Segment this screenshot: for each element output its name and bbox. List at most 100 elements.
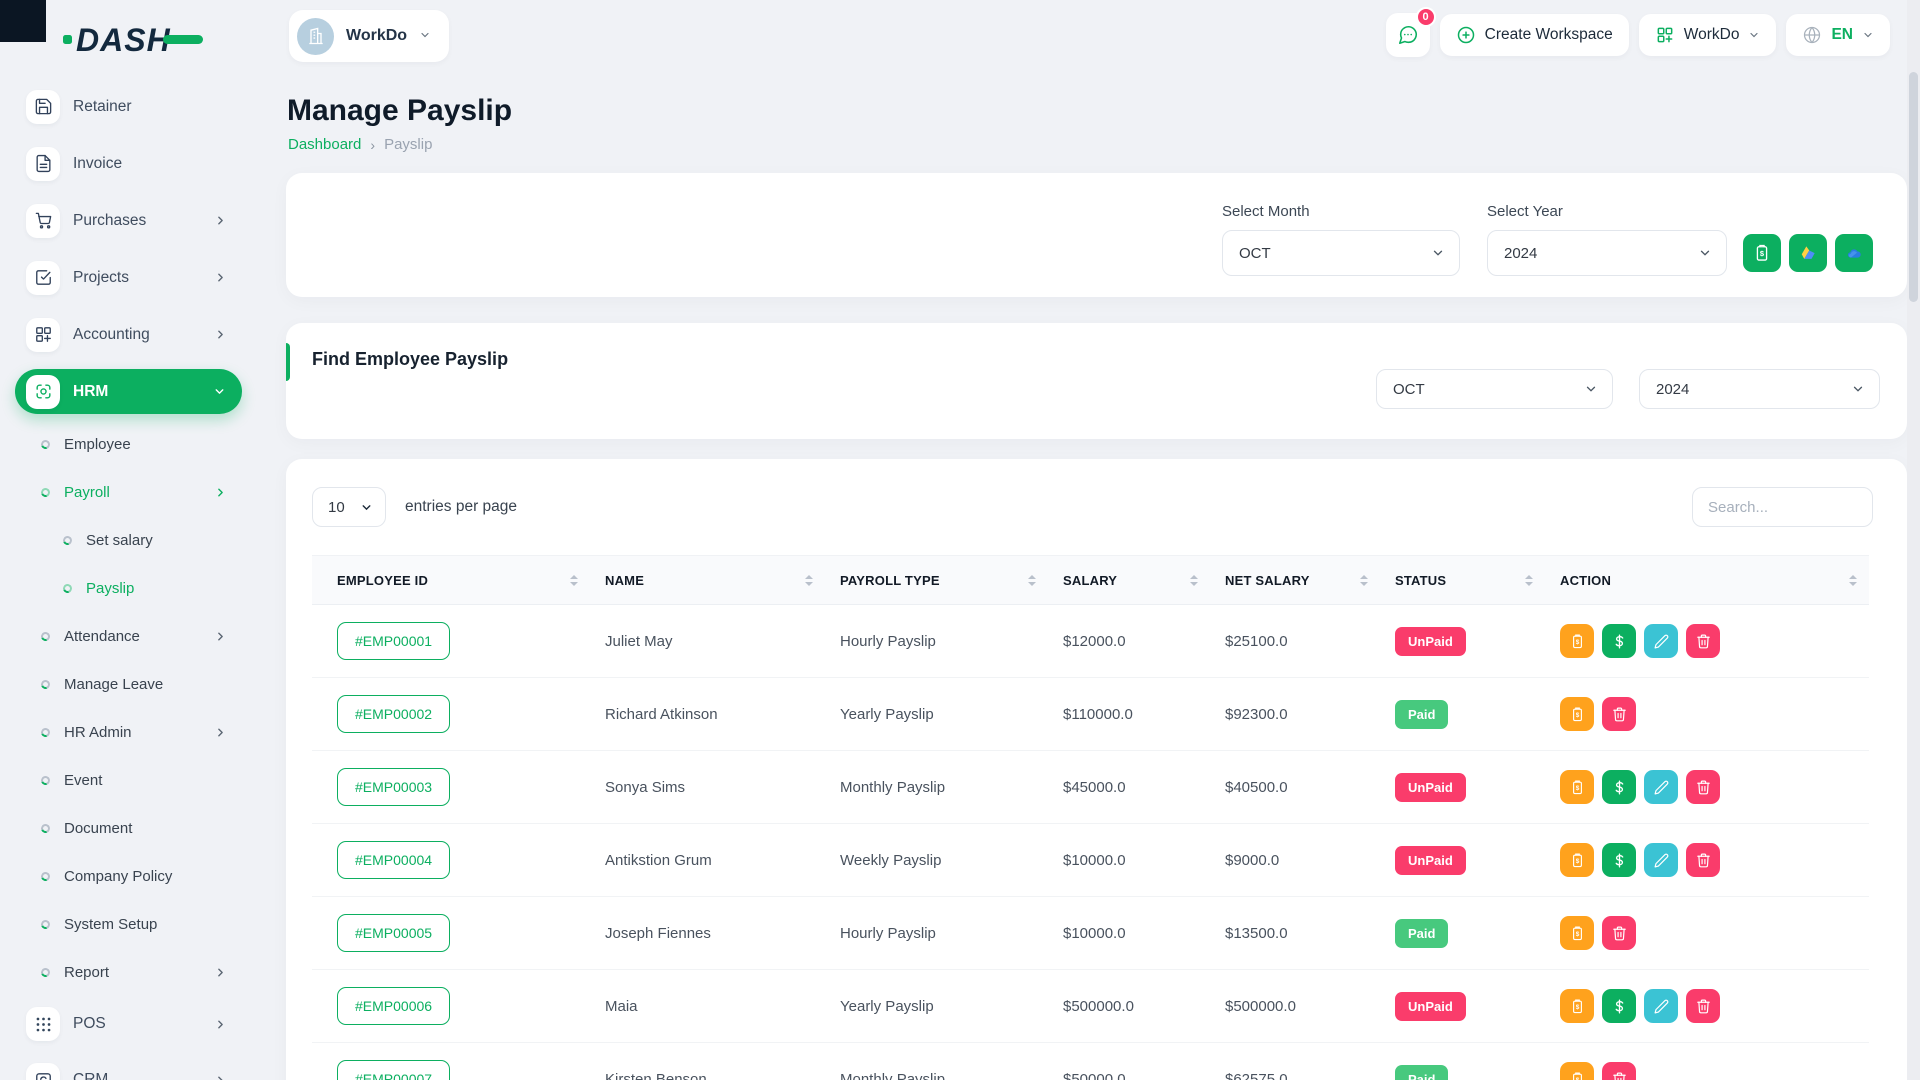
workspace-avatar	[297, 18, 334, 55]
edit-button[interactable]	[1644, 770, 1678, 804]
sidebar-item-event[interactable]: Event	[0, 756, 285, 804]
edit-button[interactable]	[1644, 843, 1678, 877]
pay-button[interactable]	[1602, 843, 1636, 877]
sidebar-item-set-salary[interactable]: Set salary	[0, 516, 285, 564]
app-logo[interactable]: DASH	[63, 20, 203, 65]
column-label: NET SALARY	[1225, 573, 1310, 588]
sidebar-item-payslip[interactable]: Payslip	[0, 564, 285, 612]
sidebar-item-employee[interactable]: Employee	[0, 420, 285, 468]
workspace-name: WorkDo	[346, 27, 407, 45]
month-select[interactable]: OCT	[1222, 230, 1460, 276]
sidebar-item-accounting[interactable]: Accounting	[0, 306, 285, 363]
column-header-name[interactable]: NAME	[590, 556, 825, 604]
create-workspace-button[interactable]: Create Workspace	[1440, 14, 1629, 56]
payslip-export-button[interactable]: $	[1743, 234, 1781, 272]
edit-button[interactable]	[1644, 989, 1678, 1023]
employee-id-badge[interactable]: #EMP00001	[337, 622, 450, 660]
one-drive-button[interactable]	[1835, 234, 1873, 272]
tasks-icon	[26, 261, 60, 295]
employee-id-badge[interactable]: #EMP00005	[337, 914, 450, 952]
sidebar-item-label: Invoice	[73, 155, 122, 173]
messages-button[interactable]: 0	[1386, 13, 1430, 57]
delete-button[interactable]	[1602, 916, 1636, 950]
column-header-payroll-type[interactable]: PAYROLL TYPE	[825, 556, 1048, 604]
sidebar-item-company-policy[interactable]: Company Policy	[0, 852, 285, 900]
column-label: NAME	[605, 573, 644, 588]
payslip-button[interactable]: $	[1560, 843, 1594, 877]
delete-button[interactable]	[1602, 1062, 1636, 1080]
sidebar-item-report[interactable]: Report	[0, 948, 285, 996]
employee-name: Antikstion Grum	[590, 852, 825, 869]
row-actions: $	[1560, 916, 1869, 950]
search-input[interactable]	[1692, 487, 1873, 527]
delete-button[interactable]	[1602, 697, 1636, 731]
payslip-button[interactable]: $	[1560, 989, 1594, 1023]
sort-icon	[805, 575, 813, 586]
breadcrumb-dashboard-link[interactable]: Dashboard	[288, 136, 361, 153]
column-header-action[interactable]: ACTION	[1545, 556, 1869, 604]
column-header-salary[interactable]: SALARY	[1048, 556, 1210, 604]
workspace-switcher[interactable]: WorkDo	[289, 10, 449, 62]
sidebar-item-projects[interactable]: Projects	[0, 249, 285, 306]
table-header-row: EMPLOYEE ID NAME PAYROLL TYPESALARY NET SAL…	[312, 555, 1869, 605]
edit-button[interactable]	[1644, 624, 1678, 658]
sidebar-item-payroll[interactable]: Payroll	[0, 468, 285, 516]
payslip-button[interactable]: $	[1560, 624, 1594, 658]
employee-name: Joseph Fiennes	[590, 925, 825, 942]
year-select[interactable]: 2024	[1487, 230, 1727, 276]
delete-button[interactable]	[1686, 624, 1720, 658]
sidebar-item-crm[interactable]: CRM	[0, 1052, 285, 1080]
sidebar-item-manage-leave[interactable]: Manage Leave	[0, 660, 285, 708]
pay-button[interactable]	[1602, 989, 1636, 1023]
svg-text:$: $	[1575, 711, 1579, 718]
delete-button[interactable]	[1686, 843, 1720, 877]
status-badge: Paid	[1395, 1065, 1448, 1080]
google-drive-button[interactable]	[1789, 234, 1827, 272]
row-actions: $	[1560, 697, 1869, 731]
column-header-employee-id[interactable]: EMPLOYEE ID	[312, 556, 590, 604]
table-row: #EMP00001Juliet MayHourly Payslip$12000.…	[312, 605, 1869, 678]
delete-button[interactable]	[1686, 989, 1720, 1023]
sidebar-item-pos[interactable]: POS	[0, 996, 285, 1052]
sidebar-item-document[interactable]: Document	[0, 804, 285, 852]
sidebar-item-invoice[interactable]: Invoice	[0, 135, 285, 192]
topbar-actions: 0 Create Workspace WorkDo EN	[1386, 13, 1890, 57]
sidebar-item-attendance[interactable]: Attendance	[0, 612, 285, 660]
find-year-select[interactable]: 2024	[1639, 369, 1880, 409]
entries-count-select[interactable]: 10	[312, 487, 386, 527]
sidebar-item-purchases[interactable]: Purchases	[0, 192, 285, 249]
column-label: EMPLOYEE ID	[337, 573, 428, 588]
employee-id-badge[interactable]: #EMP00004	[337, 841, 450, 879]
salary: $50000.0	[1048, 1071, 1210, 1080]
employee-id-badge[interactable]: #EMP00007	[337, 1060, 450, 1080]
employee-id-badge[interactable]: #EMP00003	[337, 768, 450, 806]
page-scrollbar[interactable]	[1907, 0, 1920, 1080]
sidebar-item-system-setup[interactable]: System Setup	[0, 900, 285, 948]
row-actions: $	[1560, 770, 1869, 804]
column-header-net-salary[interactable]: NET SALARY	[1210, 556, 1380, 604]
language-selector[interactable]: EN	[1786, 14, 1890, 56]
salary: $110000.0	[1048, 706, 1210, 723]
payslip-button[interactable]: $	[1560, 1062, 1594, 1080]
scrollbar-thumb[interactable]	[1909, 72, 1918, 302]
sidebar-item-hrm[interactable]: HRM	[15, 369, 242, 414]
invoice-icon	[26, 147, 60, 181]
workdo-menu-button[interactable]: WorkDo	[1639, 14, 1777, 56]
pay-button[interactable]	[1602, 624, 1636, 658]
sidebar-item-hr-admin[interactable]: HR Admin	[0, 708, 285, 756]
table-row: #EMP00007Kirsten BensonMonthly Payslip$5…	[312, 1043, 1869, 1080]
column-header-status[interactable]: STATUS	[1380, 556, 1545, 604]
payslip-button[interactable]: $	[1560, 916, 1594, 950]
pay-button[interactable]	[1602, 770, 1636, 804]
employee-id-badge[interactable]: #EMP00006	[337, 987, 450, 1025]
payslip-button[interactable]: $	[1560, 697, 1594, 731]
employee-id-badge[interactable]: #EMP00002	[337, 695, 450, 733]
payslip-button[interactable]: $	[1560, 770, 1594, 804]
delete-button[interactable]	[1686, 770, 1720, 804]
net-salary: $500000.0	[1210, 998, 1380, 1015]
svg-text:$: $	[1575, 638, 1579, 645]
svg-text:$: $	[1575, 857, 1579, 864]
find-month-select[interactable]: OCT	[1376, 369, 1613, 409]
net-salary: $40500.0	[1210, 779, 1380, 796]
sidebar-item-retainer[interactable]: Retainer	[0, 78, 285, 135]
